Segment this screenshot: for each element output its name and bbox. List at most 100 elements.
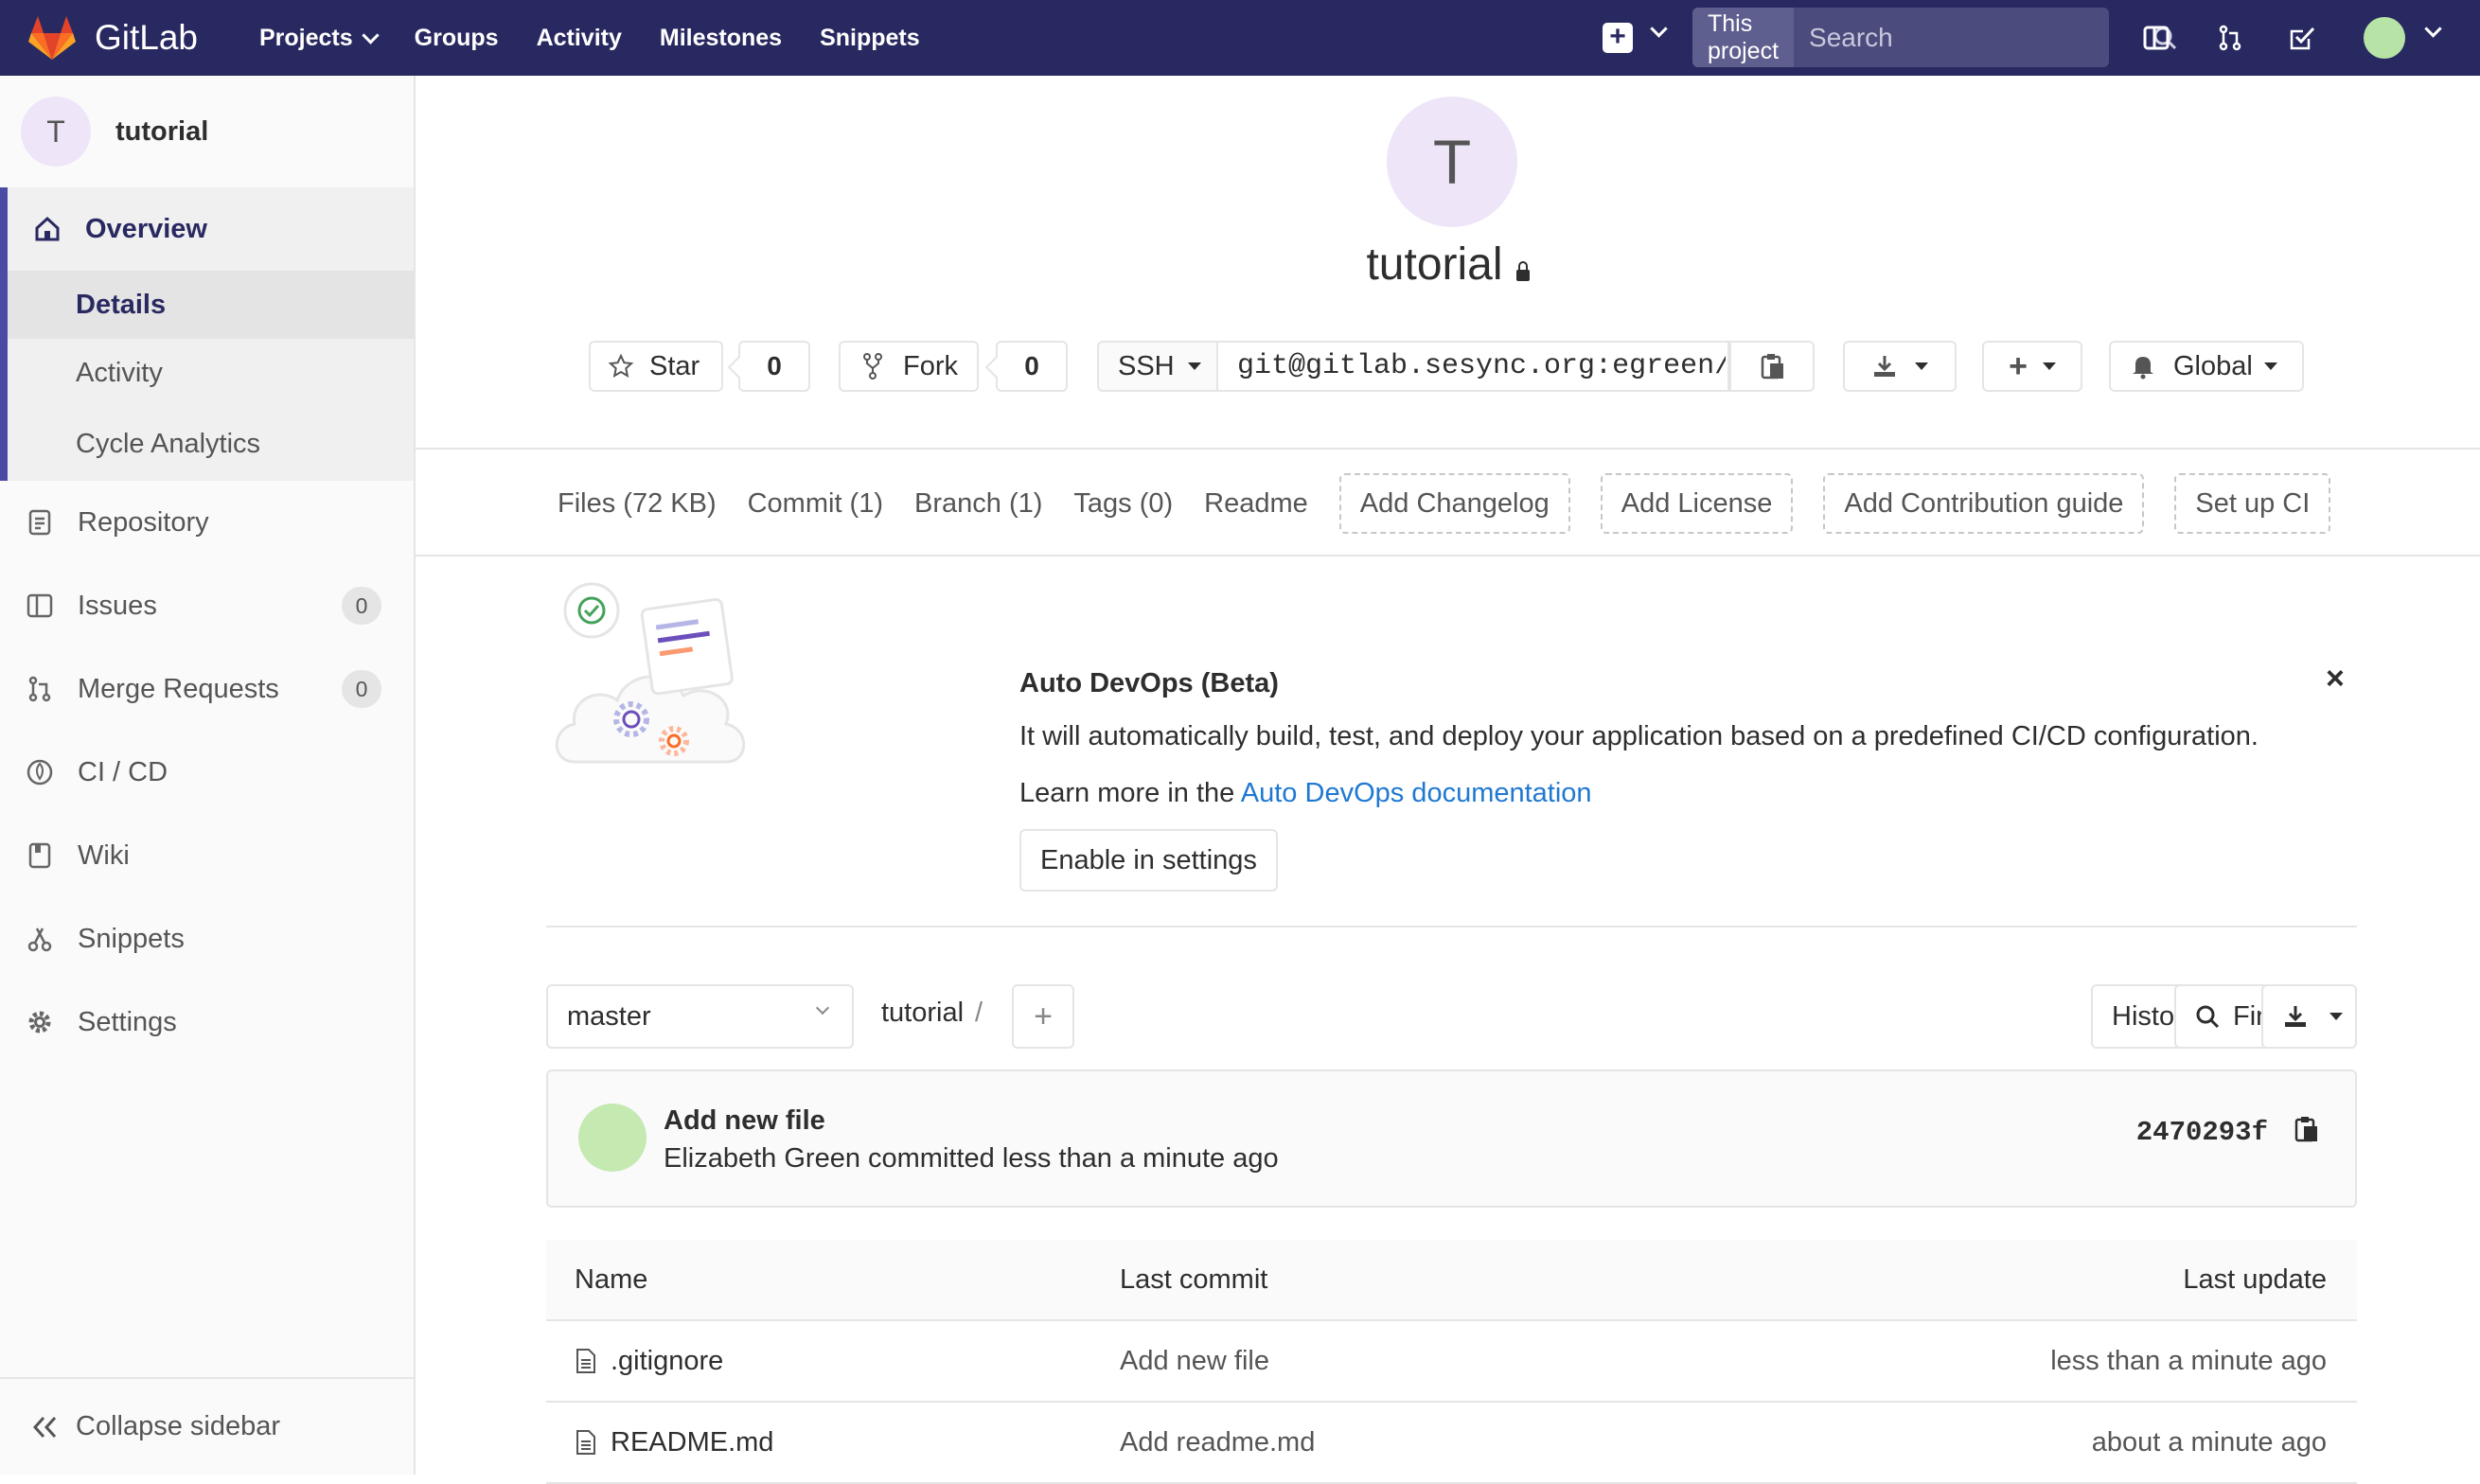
add-changelog-button[interactable]: Add Changelog [1338, 473, 1570, 534]
gitlab-home-link[interactable]: GitLab [28, 13, 198, 62]
nav-snippets[interactable]: Snippets [820, 25, 920, 52]
sidebar-item-settings[interactable]: Settings [0, 980, 414, 1064]
breadcrumb-separator: / [975, 998, 983, 1028]
notification-dropdown[interactable]: Global [2109, 341, 2304, 392]
files-stat-link[interactable]: Files (72 KB) [558, 488, 717, 520]
auto-devops-title: Auto DevOps (Beta) [1019, 668, 1279, 698]
file-tree-table: Name Last commit Last update .gitignore … [546, 1240, 2357, 1484]
download-icon [1874, 356, 1895, 377]
close-icon[interactable]: × [2326, 661, 2345, 698]
table-row[interactable]: README.md Add readme.md about a minute a… [546, 1402, 2357, 1484]
download-icon [2285, 1006, 2306, 1027]
sidebar-item-label: CI / CD [78, 756, 168, 787]
commit-title-link[interactable]: Add new file [664, 1105, 825, 1137]
project-title: tutorial [416, 238, 2480, 291]
commit-meta: Elizabeth Green committed less than a mi… [664, 1143, 1279, 1174]
branch-stat-link[interactable]: Branch (1) [914, 488, 1042, 520]
fork-count[interactable]: 0 [996, 341, 1068, 392]
merge-request-icon [23, 672, 57, 706]
collapse-sidebar-button[interactable]: Collapse sidebar [0, 1377, 414, 1475]
plus-icon: + [1034, 998, 1053, 1034]
nav-groups[interactable]: Groups [415, 25, 499, 52]
sidebar-item-snippets[interactable]: Snippets [0, 897, 414, 980]
copy-url-button[interactable] [1729, 341, 1815, 392]
search-scope[interactable]: This project [1692, 8, 1795, 67]
merge-request-icon[interactable] [2213, 21, 2247, 55]
sidebar-item-ci-cd[interactable]: CI / CD [0, 731, 414, 814]
commit-sha-link[interactable]: 2470293f [2136, 1117, 2268, 1148]
auto-devops-banner: Auto DevOps (Beta) It will automatically… [546, 568, 2357, 926]
sidebar-item-label: Wiki [78, 839, 130, 871]
sidebar-subitem-cycle-analytics[interactable]: Cycle Analytics [8, 407, 414, 481]
sidebar-project-header[interactable]: T tutorial [0, 76, 414, 187]
brand-name: GitLab [95, 18, 199, 57]
search-input[interactable] [1794, 8, 2153, 67]
enable-in-settings-button[interactable]: Enable in settings [1019, 829, 1278, 892]
sidebar-item-merge-requests[interactable]: Merge Requests 0 [0, 647, 414, 731]
star-count[interactable]: 0 [738, 341, 810, 392]
project-title-text: tutorial [1366, 239, 1503, 290]
tags-stat-link[interactable]: Tags (0) [1073, 488, 1173, 520]
nav-milestones[interactable]: Milestones [660, 25, 782, 52]
file-last-commit-link[interactable]: Add readme.md [1119, 1402, 1603, 1484]
sidebar-item-overview[interactable]: Overview [8, 187, 414, 271]
chevron-down-icon [815, 1000, 830, 1016]
clipboard-icon[interactable] [2293, 1115, 2319, 1148]
sidebar-item-label: Merge Requests [78, 673, 279, 704]
auto-devops-docs-link[interactable]: Auto DevOps documentation [1241, 778, 1592, 808]
add-license-button[interactable]: Add License [1600, 473, 1794, 534]
sidebar-item-repository[interactable]: Repository [0, 481, 414, 564]
repository-icon [23, 505, 57, 539]
issues-count-badge: 0 [342, 587, 381, 625]
merge-requests-count-badge: 0 [342, 670, 381, 708]
fork-button[interactable]: Fork [839, 341, 979, 392]
gitlab-logo-icon [28, 16, 76, 60]
file-link[interactable]: .gitignore [575, 1346, 1118, 1377]
user-avatar[interactable] [2364, 17, 2405, 59]
download-dropdown[interactable] [1843, 341, 1957, 392]
breadcrumb-root-link[interactable]: tutorial [881, 998, 964, 1028]
star-button[interactable]: Star [589, 341, 723, 392]
chevron-down-icon[interactable] [2424, 20, 2442, 38]
bell-icon [2133, 357, 2153, 380]
add-contribution-guide-button[interactable]: Add Contribution guide [1823, 473, 2145, 534]
sidebar-panel-icon[interactable] [2139, 21, 2173, 55]
download-source-dropdown[interactable] [2261, 984, 2357, 1049]
auto-devops-learn-more: Learn more in the Auto DevOps documentat… [1019, 778, 1592, 809]
sidebar-subitem-activity[interactable]: Activity [8, 339, 414, 407]
sidebar-item-issues[interactable]: Issues 0 [0, 564, 414, 647]
clone-protocol-dropdown[interactable]: SSH [1097, 341, 1218, 392]
branch-selector[interactable]: master [546, 984, 854, 1049]
caret-down-icon [1187, 362, 1201, 370]
notification-label: Global [2173, 350, 2253, 381]
search-box: This project [1692, 8, 2177, 67]
column-header-name: Name [546, 1240, 1119, 1321]
sidebar-subitem-details[interactable]: Details [8, 271, 414, 339]
commit-stat-link[interactable]: Commit (1) [748, 488, 883, 520]
divider [416, 555, 2480, 556]
fork-icon [863, 353, 882, 380]
nav-projects[interactable]: Projects [259, 25, 380, 52]
new-item-icon[interactable]: + [1603, 23, 1633, 53]
setup-ci-button[interactable]: Set up CI [2174, 473, 2331, 534]
learn-more-text: Learn more in the [1019, 778, 1235, 808]
author-avatar[interactable] [578, 1104, 647, 1172]
chevron-down-icon[interactable] [1650, 20, 1668, 38]
add-to-tree-button[interactable]: + [1012, 984, 1074, 1049]
file-last-commit-link[interactable]: Add new file [1119, 1320, 1603, 1403]
readme-link[interactable]: Readme [1204, 488, 1308, 520]
sidebar-item-label: Issues [78, 590, 157, 621]
file-link[interactable]: README.md [575, 1427, 1118, 1458]
nav-activity[interactable]: Activity [537, 25, 622, 52]
new-dropdown[interactable]: + [1982, 341, 2082, 392]
double-chevron-left-icon [32, 1416, 57, 1438]
clipboard-icon [1761, 354, 1783, 380]
file-icon [576, 1349, 595, 1373]
clone-protocol-label: SSH [1118, 350, 1175, 381]
clone-url-input[interactable] [1218, 341, 1729, 392]
sidebar-item-wiki[interactable]: Wiki [0, 814, 414, 897]
search-icon [2196, 1005, 2220, 1029]
table-row[interactable]: .gitignore Add new file less than a minu… [546, 1320, 2357, 1403]
todo-check-icon[interactable] [2285, 21, 2319, 55]
star-icon [608, 353, 634, 378]
